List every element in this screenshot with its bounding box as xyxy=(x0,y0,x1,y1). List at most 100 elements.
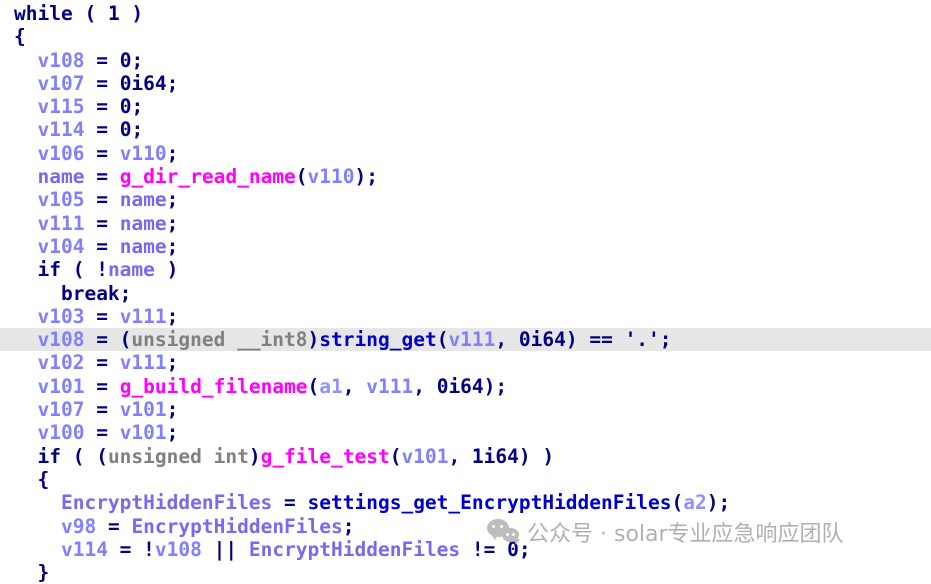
code-line[interactable]: v98 = EncryptHiddenFiles; xyxy=(0,515,931,538)
token-punct: ; xyxy=(166,71,179,95)
token-var: v108 xyxy=(154,537,202,561)
token-punct: ( xyxy=(436,328,449,352)
token-var: v100 xyxy=(37,421,85,445)
token-punct: = xyxy=(84,398,120,422)
token-var: v101 xyxy=(119,398,167,422)
token-punct: = xyxy=(84,351,120,375)
token-var: v103 xyxy=(37,304,85,328)
token-punct: ); xyxy=(354,165,378,189)
token-func2: settings_get_EncryptHiddenFiles xyxy=(307,491,672,515)
code-line[interactable]: v102 = v111; xyxy=(0,351,931,374)
code-line[interactable]: v111 = name; xyxy=(0,212,931,235)
token-type: unsigned int xyxy=(107,444,249,468)
token-kw: break xyxy=(60,281,120,305)
code-line[interactable]: v101 = g_build_filename(a1, v111, 0i64); xyxy=(0,375,931,398)
token-var: v114 xyxy=(60,537,108,561)
token-punct: ( xyxy=(72,2,108,25)
code-line[interactable]: v103 = v111; xyxy=(0,305,931,328)
token-num: 0 xyxy=(119,48,132,72)
code-line[interactable]: { xyxy=(0,468,931,491)
token-punct: ) xyxy=(154,258,179,282)
code-line[interactable]: v107 = 0i64; xyxy=(0,72,931,95)
token-punct: ( xyxy=(671,491,684,515)
token-num: 0i64 xyxy=(436,374,484,398)
token-var: v101 xyxy=(401,444,449,468)
token-var: v110 xyxy=(119,141,167,165)
token-var: v98 xyxy=(60,514,97,538)
token-var: v106 xyxy=(37,141,85,165)
token-var: v107 xyxy=(37,71,85,95)
token-kw: while xyxy=(14,2,73,25)
code-line[interactable]: v105 = name; xyxy=(0,188,931,211)
code-line[interactable]: if ( (unsigned int)g_file_test(v101, 1i6… xyxy=(0,445,931,468)
token-var: v111 xyxy=(366,374,414,398)
code-line[interactable]: v107 = v101; xyxy=(0,398,931,421)
code-line[interactable]: v114 = !v108 || EncryptHiddenFiles != 0; xyxy=(0,538,931,561)
token-gvar: EncryptHiddenFiles xyxy=(131,514,343,538)
token-str: '.' xyxy=(624,328,660,352)
token-var: v111 xyxy=(119,304,167,328)
token-punct: { xyxy=(37,467,50,491)
code-line[interactable]: v106 = v110; xyxy=(0,142,931,165)
token-punct: ; xyxy=(166,234,179,258)
token-var: v111 xyxy=(119,351,167,375)
token-gvar: EncryptHiddenFiles xyxy=(60,491,273,515)
token-punct: ( ! xyxy=(60,258,108,282)
token-punct: ; xyxy=(166,188,179,212)
code-line[interactable]: EncryptHiddenFiles = settings_get_Encryp… xyxy=(0,491,931,514)
token-punct: ( ( xyxy=(60,444,108,468)
token-punct: = xyxy=(84,234,120,258)
token-punct: , xyxy=(342,374,367,398)
token-punct: ; xyxy=(518,537,531,561)
token-punct: { xyxy=(14,25,26,49)
code-line[interactable]: v100 = v101; xyxy=(0,421,931,444)
code-line[interactable]: name = g_dir_read_name(v110); xyxy=(0,165,931,188)
token-punct: ) xyxy=(248,444,261,468)
token-punct: = xyxy=(84,118,120,142)
token-punct: ; xyxy=(131,118,144,142)
token-punct: = ! xyxy=(107,537,155,561)
token-var: v102 xyxy=(37,351,85,375)
code-line[interactable]: v115 = 0; xyxy=(0,95,931,118)
token-gvar: name xyxy=(119,211,167,235)
token-punct: ; xyxy=(659,328,672,352)
code-line[interactable]: while ( 1 ) xyxy=(0,2,931,25)
token-punct: ; xyxy=(131,95,144,119)
token-gvar: EncryptHiddenFiles xyxy=(248,537,461,561)
token-num: 0i64 xyxy=(518,328,566,352)
code-line[interactable]: v108 = 0; xyxy=(0,49,931,72)
token-num: 0 xyxy=(119,95,132,119)
token-punct: ) xyxy=(307,328,320,352)
token-punct: ) xyxy=(119,2,144,25)
token-punct: = ( xyxy=(84,328,132,352)
code-line[interactable]: { xyxy=(0,25,931,48)
token-punct: = xyxy=(84,188,120,212)
token-arg: a1 xyxy=(319,374,343,398)
code-line[interactable]: v104 = name; xyxy=(0,235,931,258)
code-line[interactable]: v108 = (unsigned __int8)string_get(v111,… xyxy=(0,328,931,352)
pseudocode-view[interactable]: while ( 1 ){ v108 = 0; v107 = 0i64; v115… xyxy=(0,0,931,584)
token-punct: = xyxy=(84,141,120,165)
token-punct: ; xyxy=(166,211,179,235)
token-punct: ; xyxy=(166,141,179,165)
token-var: v108 xyxy=(37,328,85,352)
token-punct: = xyxy=(84,48,120,72)
code-line[interactable]: v114 = 0; xyxy=(0,118,931,141)
token-punct: = xyxy=(84,421,120,445)
token-punct: = xyxy=(272,491,308,515)
code-line[interactable]: } xyxy=(0,561,931,584)
token-punct: ) == xyxy=(565,328,625,352)
code-line[interactable]: if ( !name ) xyxy=(0,258,931,281)
code-line[interactable]: break; xyxy=(0,282,931,305)
